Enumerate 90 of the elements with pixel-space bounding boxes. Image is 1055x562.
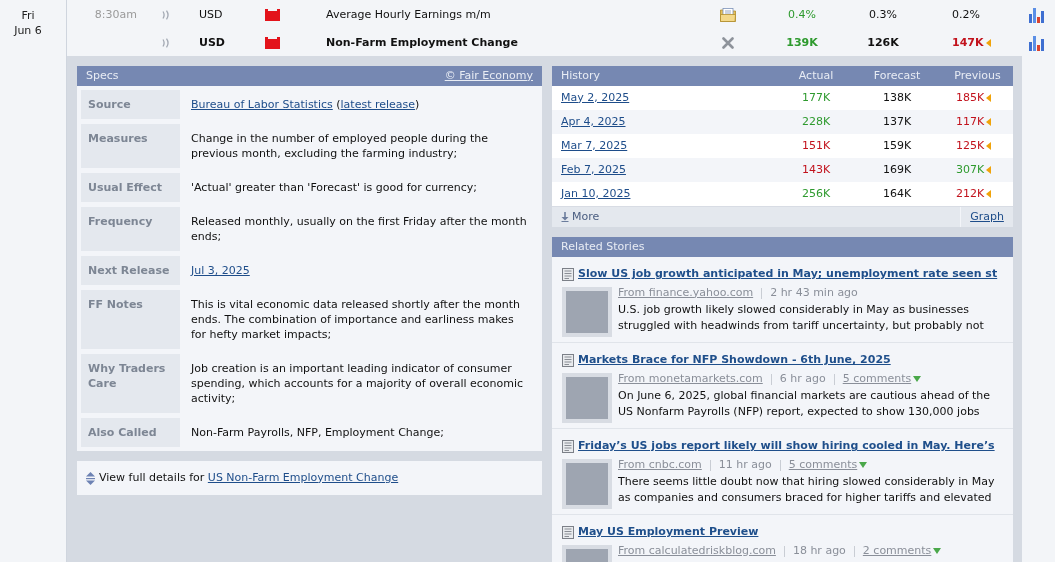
actual-value: 143K xyxy=(801,161,831,178)
story-title-link[interactable]: Friday’s US jobs report likely will show hiring cooled in May. Here’s xyxy=(578,438,995,455)
caret-icon xyxy=(859,462,868,468)
spec-value: Job creation is an important leading indicator of consumer spending, which accounts for a majority of overall economic activity; xyxy=(191,362,524,405)
document-icon xyxy=(562,354,574,367)
previous-value: 212K xyxy=(955,185,985,202)
photo-placeholder xyxy=(562,459,612,509)
actual-value: 256K xyxy=(801,185,831,202)
spec-value: Released monthly, usually on the first Friday after the month ends; xyxy=(191,215,527,243)
spec-value: Non-Farm Payrolls, NFP, Employment Change; xyxy=(191,426,444,439)
story-title-link[interactable]: Slow US job growth anticipated in May; unemployment rate seen st xyxy=(578,266,998,283)
column-header: History xyxy=(560,67,602,84)
panel-title: Related Stories xyxy=(561,238,645,255)
close-icon[interactable] xyxy=(721,37,734,49)
story-title-link[interactable]: May US Employment Preview xyxy=(578,524,759,541)
actual-value: 151K xyxy=(801,137,831,154)
bar-chart-icon[interactable] xyxy=(1029,7,1044,23)
event-title[interactable]: Average Hourly Earnings m/m xyxy=(326,6,491,24)
story-summary: U.S. job growth likely slowed considerably in May as businesses struggled with headwinds from tariff uncertainty, but probably not xyxy=(618,302,985,334)
event-title[interactable]: Non-Farm Employment Change xyxy=(326,34,518,52)
date-link[interactable]: May 2, 2025 xyxy=(552,89,630,107)
event-time: 8:30am xyxy=(94,6,137,23)
column-header: Forecast xyxy=(873,67,921,84)
document-icon xyxy=(562,526,574,539)
story-title-link[interactable]: Markets Brace for NFP Showdown - 6th June, 2025 xyxy=(578,352,891,369)
date-weekday: Fri xyxy=(21,8,35,23)
story-summary: On June 6, 2025, global financial markets are cautious ahead of the US Nonfarm Payrolls (NFP) report, expected to show 130,000 jobs xyxy=(618,388,992,420)
photo-placeholder xyxy=(562,287,612,337)
spec-link[interactable]: latest release xyxy=(340,98,416,111)
column-header: Previous xyxy=(954,67,1001,84)
currency-code: USD xyxy=(199,34,225,51)
document-folder-icon[interactable] xyxy=(719,8,736,22)
actual-value: 177K xyxy=(801,89,831,106)
date-link[interactable]: Feb 7, 2025 xyxy=(552,161,626,179)
forecast-value: 159K xyxy=(882,137,912,154)
story-time: 18 hr ago xyxy=(792,542,846,559)
column-header: Actual xyxy=(798,67,834,84)
previous-value: 0.2% xyxy=(952,6,980,23)
actual-value: 228K xyxy=(801,113,831,130)
date-link[interactable]: Jan 10, 2025 xyxy=(552,185,631,203)
more-button[interactable]: More xyxy=(552,208,600,226)
story-summary: There seems little doubt now that hiring slowed considerably in May as companies and consumers braced for higher tariffs and elevated xyxy=(618,474,996,506)
document-icon xyxy=(562,440,574,453)
forecast-value: 126K xyxy=(867,34,899,51)
story-time: 11 hr ago xyxy=(718,456,772,473)
story-time: 2 hr 43 min ago xyxy=(770,284,858,301)
details-link[interactable]: US Non-Farm Employment Change xyxy=(207,470,399,484)
previous-value: 307K xyxy=(955,161,985,178)
up-down-arrow-icon xyxy=(86,471,95,485)
document-icon xyxy=(562,268,574,281)
currency-code: USD xyxy=(199,6,223,23)
caret-icon xyxy=(933,548,942,554)
spec-label: Frequency xyxy=(81,207,180,251)
forecast-value: 169K xyxy=(882,161,912,178)
sound-wave-icon xyxy=(162,10,170,20)
spec-value: 'Actual' greater than 'Forecast' is good for currency; xyxy=(191,181,477,194)
spec-label: Usual Effect xyxy=(81,173,180,202)
story-time: 6 hr ago xyxy=(779,370,826,387)
forecast-value: 137K xyxy=(882,113,912,130)
actual-value: 0.4% xyxy=(788,6,816,23)
details-text: View full details for US Non-Farm Employment Change xyxy=(99,469,399,486)
date-day: Jun 6 xyxy=(14,23,42,38)
caret-icon xyxy=(913,376,922,382)
previous-value: 125K xyxy=(955,137,985,154)
actual-value: 139K xyxy=(786,34,818,51)
spec-link[interactable]: Jul 3, 2025 xyxy=(191,264,250,277)
spec-value: This is vital economic data released shortly after the month ends. The combination of importance and earliness makes for hefty market impacts; xyxy=(191,298,520,341)
spec-label: Measures xyxy=(81,124,180,168)
sound-wave-icon xyxy=(162,38,170,48)
date-link[interactable]: Mar 7, 2025 xyxy=(552,137,628,155)
date-link[interactable]: Apr 4, 2025 xyxy=(552,113,626,131)
spec-label: Next Release xyxy=(81,256,180,285)
forecast-value: 138K xyxy=(882,89,912,106)
previous-value: 117K xyxy=(955,113,985,130)
previous-value: 147K xyxy=(952,34,984,51)
spec-label: Why Traders Care xyxy=(81,354,180,413)
spec-label: Source xyxy=(81,90,180,119)
previous-value: 185K xyxy=(955,89,985,106)
spec-label: FF Notes xyxy=(81,290,180,349)
spec-label: Also Called xyxy=(81,418,180,447)
down-arrow-icon xyxy=(561,212,569,222)
graph-link[interactable]: Graph xyxy=(970,208,1004,226)
spec-link[interactable]: Bureau of Labor Statistics xyxy=(191,98,333,111)
photo-placeholder xyxy=(562,373,612,423)
bar-chart-icon[interactable] xyxy=(1029,35,1044,51)
spec-value: Bureau of Labor Statistics (latest release) xyxy=(191,98,420,111)
spec-value: Change in the number of employed people during the previous month, excluding the farming industry; xyxy=(191,132,489,160)
forecast-value: 0.3% xyxy=(869,6,897,23)
forecast-value: 164K xyxy=(882,185,912,202)
panel-title: Specs xyxy=(86,67,119,84)
